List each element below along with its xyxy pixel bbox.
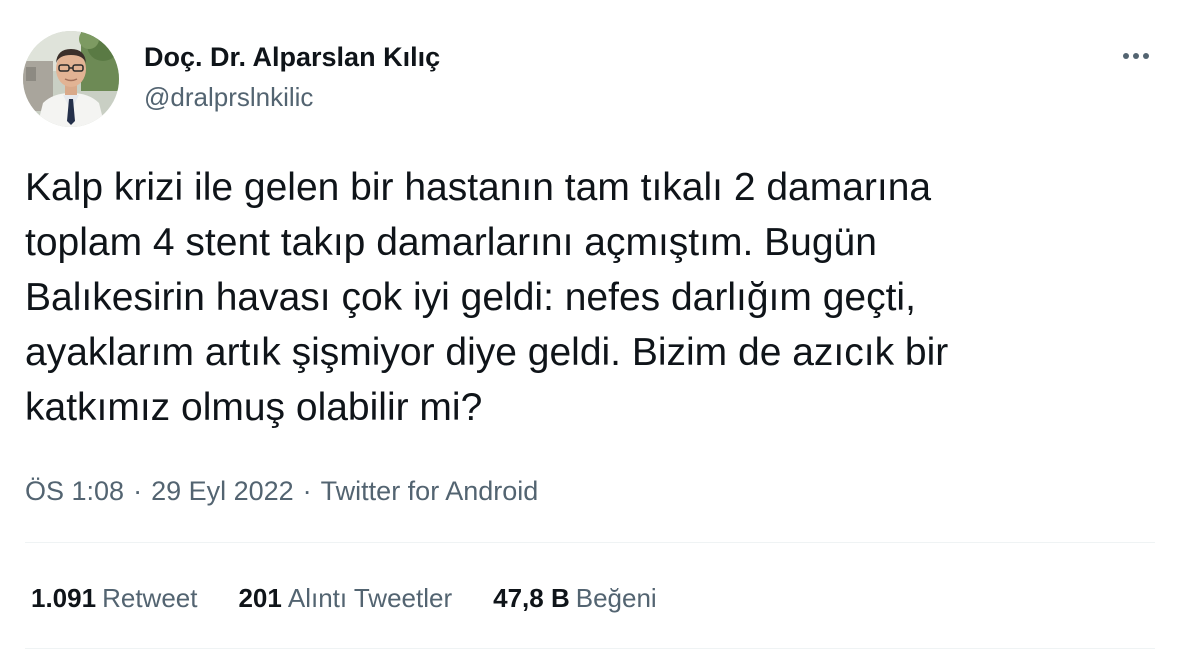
retweet-label: Retweet xyxy=(102,583,198,613)
tweet-source[interactable]: Twitter for Android xyxy=(321,476,539,506)
quotes-stat[interactable]: 201 Alıntı Tweetler xyxy=(238,580,452,616)
engagement-stats: 1.091 Retweet 201 Alıntı Tweetler 47,8 B Be… xyxy=(31,580,657,616)
retweets-stat[interactable]: 1.091 Retweet xyxy=(31,580,197,616)
author-handle[interactable]: @dralprslnkilic xyxy=(144,81,440,113)
divider xyxy=(25,648,1155,649)
more-options-button[interactable] xyxy=(1118,42,1154,70)
avatar[interactable] xyxy=(23,31,119,127)
tweet-metadata: ÖS 1:08 · 29 Eyl 2022 · Twitter for Android xyxy=(25,473,538,509)
likes-stat[interactable]: 47,8 B Beğeni xyxy=(493,580,657,616)
ellipsis-icon xyxy=(1123,53,1129,59)
ellipsis-icon xyxy=(1143,53,1149,59)
tweet-time[interactable]: ÖS 1:08 xyxy=(25,476,124,506)
quote-count: 201 xyxy=(238,583,282,613)
retweet-count: 1.091 xyxy=(31,583,97,613)
quote-label: Alıntı Tweetler xyxy=(287,583,453,613)
tweet-date[interactable]: 29 Eyl 2022 xyxy=(151,476,294,506)
like-label: Beğeni xyxy=(575,583,657,613)
tweet-detail: Doç. Dr. Alparslan Kılıç @dralprslnkilic… xyxy=(0,0,1180,652)
tweet-text: Kalp krizi ile gelen bir hastanın tam tı… xyxy=(25,166,949,429)
divider xyxy=(25,542,1155,543)
author-info: Doç. Dr. Alparslan Kılıç @dralprslnkilic xyxy=(144,40,440,113)
meta-separator: · xyxy=(302,476,312,506)
like-count: 47,8 B xyxy=(493,583,570,613)
author-display-name[interactable]: Doç. Dr. Alparslan Kılıç xyxy=(144,40,440,74)
ellipsis-icon xyxy=(1133,53,1139,59)
meta-separator: · xyxy=(133,476,143,506)
profile-photo-icon xyxy=(23,31,119,127)
